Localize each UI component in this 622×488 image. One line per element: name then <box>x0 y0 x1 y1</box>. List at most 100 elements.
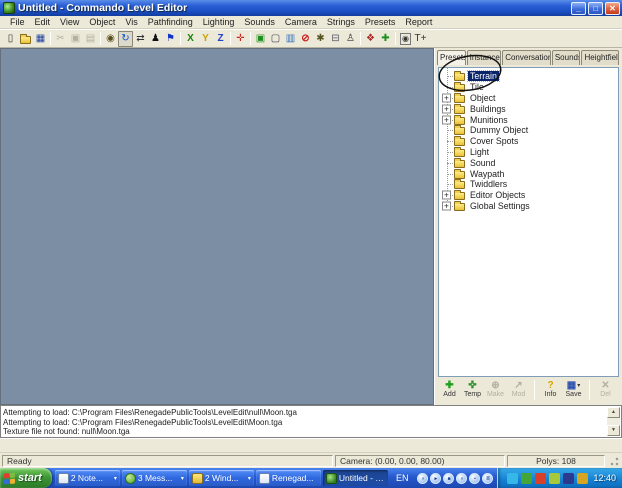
add-button[interactable]: ✚Add <box>438 380 461 398</box>
media-button[interactable]: « <box>417 473 428 484</box>
character-button[interactable]: ♙ <box>343 31 358 47</box>
vehicle-button[interactable]: ⊟ <box>328 31 343 47</box>
media-button[interactable]: » <box>456 473 467 484</box>
window-button[interactable]: ▢ <box>268 31 283 47</box>
camera-tool-button[interactable]: ◉ <box>103 31 118 47</box>
menu-item-sounds[interactable]: Sounds <box>239 17 280 27</box>
text-tool-button[interactable]: T+ <box>413 31 428 47</box>
tab-instances[interactable]: Instances <box>467 50 502 65</box>
scroll-down-icon[interactable]: ▼ <box>607 425 620 436</box>
expander-icon[interactable]: + <box>442 104 451 113</box>
tree-item-object[interactable]: +Object <box>439 93 618 104</box>
media-button[interactable]: • <box>469 473 480 484</box>
menu-item-camera[interactable]: Camera <box>280 17 322 27</box>
menu-item-vis[interactable]: Vis <box>120 17 142 27</box>
log-panel[interactable]: Attempting to load: C:\Program Files\Ren… <box>0 405 622 438</box>
save-button[interactable]: ▦ <box>33 31 48 47</box>
no-entry-button[interactable]: ⊘ <box>298 31 313 47</box>
language-indicator[interactable]: EN <box>391 468 414 488</box>
taskbar-task-2-note[interactable]: 2 Note...▾ <box>55 470 120 486</box>
tree-item-terrain[interactable]: Terrain <box>439 71 618 82</box>
close-button[interactable]: ✕ <box>605 2 620 15</box>
taskbar-task-renegad[interactable]: Renegad... <box>256 470 321 486</box>
tree-item-global-settings[interactable]: +Global Settings <box>439 201 618 212</box>
menu-item-presets[interactable]: Presets <box>360 17 401 27</box>
level-viewport[interactable] <box>0 48 434 405</box>
tree-item-dummy-object[interactable]: Dummy Object <box>439 125 618 136</box>
cross-button[interactable]: ✚ <box>378 31 393 47</box>
tray-clock[interactable]: 12:40 <box>593 473 616 483</box>
tree-item-buildings[interactable]: +Buildings <box>439 103 618 114</box>
tray-icon-navy[interactable] <box>563 473 574 484</box>
expander-icon[interactable]: + <box>442 115 451 124</box>
temp-button[interactable]: ✜Temp <box>461 380 484 398</box>
expander-icon[interactable]: + <box>442 93 451 102</box>
info-button[interactable]: ?Info <box>539 380 562 398</box>
tray-icon-cyan[interactable] <box>507 473 518 484</box>
axis-z-button[interactable]: Z <box>213 31 228 47</box>
pin-tool-button[interactable]: ✛ <box>233 31 248 47</box>
del-button[interactable]: ✕Del <box>594 380 617 398</box>
resize-grip[interactable] <box>607 454 620 467</box>
tab-presets[interactable]: Presets <box>437 50 466 65</box>
tree-item-editor-objects[interactable]: +Editor Objects <box>439 190 618 201</box>
minimize-button[interactable]: _ <box>571 2 586 15</box>
open-folder-button[interactable] <box>18 31 33 47</box>
move-tool-button[interactable]: ↻ <box>118 31 133 47</box>
menu-item-file[interactable]: File <box>5 17 30 27</box>
start-button[interactable]: start <box>0 468 52 488</box>
visibility-button[interactable]: ◉ <box>398 31 413 47</box>
rotate-tool-button[interactable]: ⇄ <box>133 31 148 47</box>
scroll-up-icon[interactable]: ▲ <box>607 407 620 418</box>
media-button[interactable]: ■ <box>443 473 454 484</box>
tree-item-sound[interactable]: Sound <box>439 157 618 168</box>
media-button[interactable]: ► <box>430 473 441 484</box>
copy-button[interactable]: ▣ <box>68 31 83 47</box>
axis-x-button[interactable]: X <box>183 31 198 47</box>
dropdown-arrow-icon[interactable]: ▾ <box>577 382 580 389</box>
tree-item-tile[interactable]: Tile <box>439 82 618 93</box>
menu-item-strings[interactable]: Strings <box>322 17 360 27</box>
media-button[interactable]: ≣ <box>482 473 493 484</box>
expander-icon[interactable]: + <box>442 201 451 210</box>
tree-item-munitions[interactable]: +Munitions <box>439 114 618 125</box>
tray-icon-green[interactable] <box>521 473 532 484</box>
menu-item-view[interactable]: View <box>55 17 84 27</box>
expander-icon[interactable]: + <box>442 191 451 200</box>
log-scrollbar[interactable]: ▲ ▼ <box>607 407 620 436</box>
make-button[interactable]: ⊕Make <box>484 380 507 398</box>
mod-button[interactable]: ↗Mod <box>507 380 530 398</box>
menu-item-object[interactable]: Object <box>84 17 120 27</box>
menu-item-report[interactable]: Report <box>400 17 437 27</box>
green-window-button[interactable]: ▣ <box>253 31 268 47</box>
tray-icon-red[interactable] <box>535 473 546 484</box>
diamond-button[interactable]: ❖ <box>363 31 378 47</box>
group-arrow-icon[interactable]: ▾ <box>248 475 251 482</box>
cut-button[interactable]: ✂ <box>53 31 68 47</box>
group-arrow-icon[interactable]: ▾ <box>114 475 117 482</box>
tray-icon-gold[interactable] <box>577 473 588 484</box>
paste-button[interactable]: ▤ <box>83 31 98 47</box>
tab-conversations[interactable]: Conversations <box>502 50 551 65</box>
menu-item-pathfinding[interactable]: Pathfinding <box>143 17 198 27</box>
tree-item-light[interactable]: Light <box>439 147 618 158</box>
axis-y-button[interactable]: Y <box>198 31 213 47</box>
group-arrow-icon[interactable]: ▾ <box>181 475 184 482</box>
tab-sounds[interactable]: Sounds <box>552 50 581 65</box>
tab-heightfield[interactable]: Heightfield <box>581 50 619 65</box>
tree-item-cover-spots[interactable]: Cover Spots <box>439 136 618 147</box>
title-bar[interactable]: Untitled - Commando Level Editor _□✕ <box>0 0 622 16</box>
tray-icon-lime[interactable] <box>549 473 560 484</box>
preset-tree-container[interactable]: TerrainTile+Object+Buildings+MunitionsDu… <box>438 67 619 377</box>
viewport-button[interactable]: ▥ <box>283 31 298 47</box>
taskbar-task-2-wind[interactable]: 2 Wind...▾ <box>189 470 254 486</box>
save-button[interactable]: ▦▾Save <box>562 380 585 398</box>
run-tool-button[interactable]: ♟ <box>148 31 163 47</box>
new-button[interactable]: ▯ <box>3 31 18 47</box>
tree-item-twiddlers[interactable]: Twiddlers <box>439 179 618 190</box>
menu-item-edit[interactable]: Edit <box>30 17 56 27</box>
maximize-button[interactable]: □ <box>588 2 603 15</box>
taskbar-task-untitled-c[interactable]: Untitled - C... <box>323 470 388 486</box>
sparkle-button[interactable]: ✱ <box>313 31 328 47</box>
taskbar-task-3-mess[interactable]: 3 Mess...▾ <box>122 470 187 486</box>
